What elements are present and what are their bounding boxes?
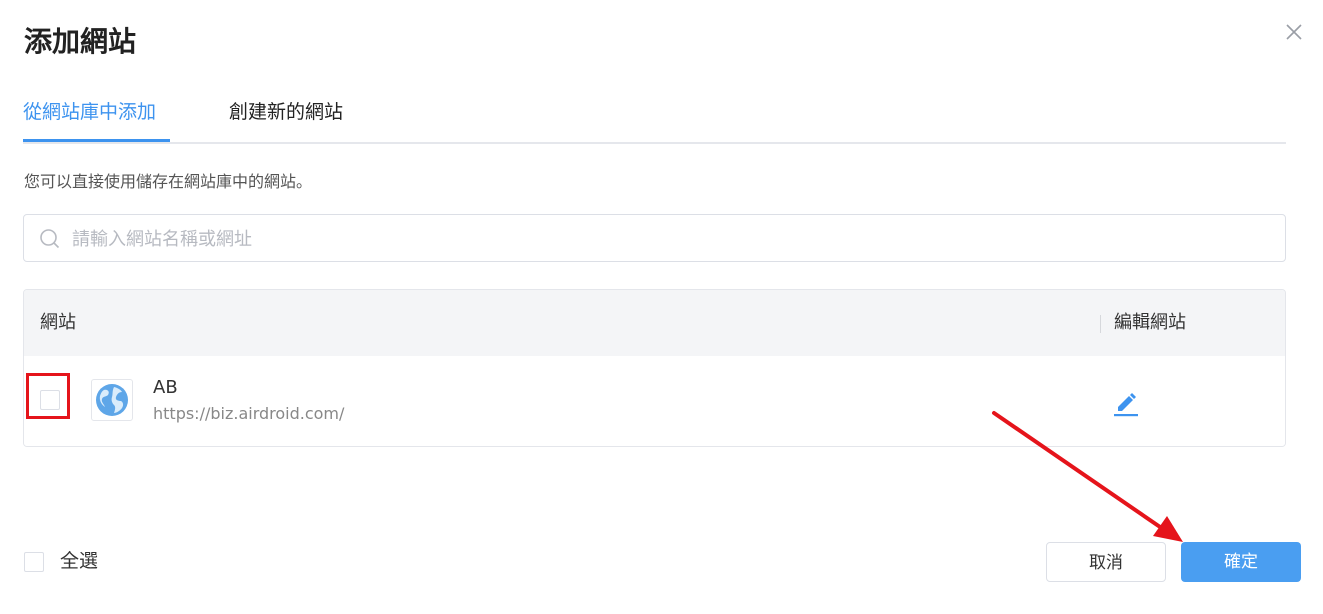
search-box [23, 214, 1286, 262]
cancel-button[interactable]: 取消 [1046, 542, 1166, 582]
search-input[interactable] [70, 223, 1264, 255]
select-all-label[interactable]: 全選 [60, 547, 98, 575]
site-name: AB [153, 377, 178, 398]
tab-bar: 從網站庫中添加 創建新的網站 [23, 94, 1286, 144]
website-table: 網站 編輯網站 AB https://biz.airdroid.com/ [23, 289, 1286, 447]
tab-create-new[interactable]: 創建新的網站 [229, 94, 343, 140]
confirm-button[interactable]: 確定 [1181, 542, 1301, 582]
site-url: https://biz.airdroid.com/ [153, 404, 345, 423]
search-icon [40, 229, 60, 249]
edit-pencil-icon [1114, 393, 1138, 417]
description-text: 您可以直接使用儲存在網站庫中的網站。 [24, 172, 313, 191]
select-all-checkbox[interactable] [24, 552, 44, 572]
row-checkbox[interactable] [40, 390, 60, 410]
close-icon [1286, 24, 1302, 40]
table-row: AB https://biz.airdroid.com/ [24, 356, 1285, 446]
column-header-website: 網站 [40, 312, 76, 333]
page-title: 添加網站 [24, 25, 137, 58]
site-favicon [91, 379, 133, 421]
globe-icon [96, 384, 128, 416]
edit-website-button[interactable] [1112, 389, 1140, 417]
close-button[interactable] [1284, 22, 1304, 42]
column-header-edit: 編輯網站 [1114, 312, 1186, 333]
tab-from-library[interactable]: 從網站庫中添加 [23, 94, 170, 142]
table-header: 網站 編輯網站 [24, 290, 1285, 356]
column-divider [1100, 315, 1101, 333]
